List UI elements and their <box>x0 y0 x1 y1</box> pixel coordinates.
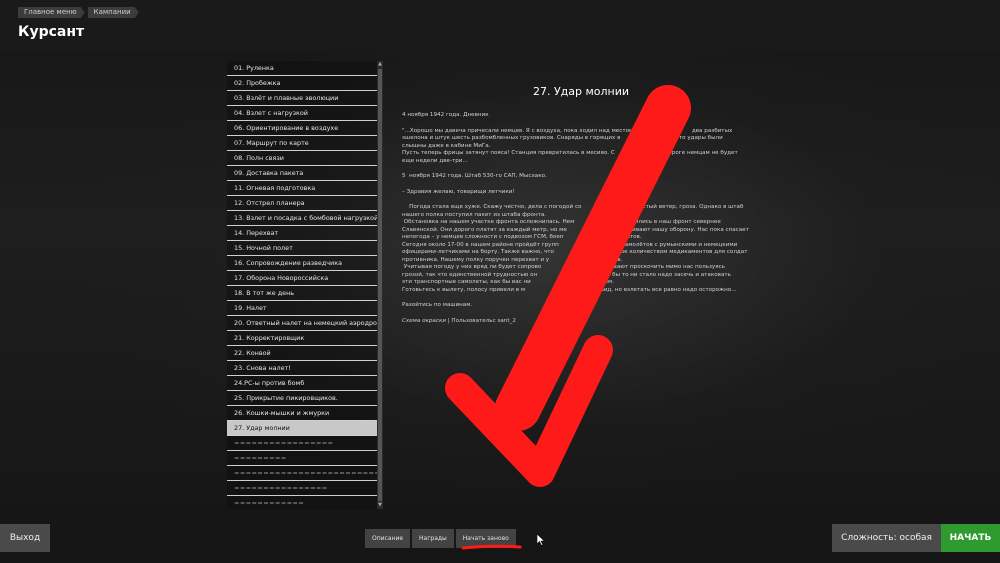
mission-briefing: 4 ноября 1942 года. Дневник "...Хорошо мы… <box>402 112 762 310</box>
skin-value[interactable]: | Пользовательс sant_2 <box>446 318 516 324</box>
start-button[interactable]: НАЧАТЬ <box>941 524 1000 552</box>
mission-list-item[interactable]: 15. Ночной полет <box>227 241 377 256</box>
tab-restart[interactable]: Начать заново <box>455 529 516 548</box>
scroll-thumb[interactable] <box>378 69 382 501</box>
mission-list-item[interactable]: 23. Снова налет! <box>227 361 377 376</box>
mission-list-item[interactable]: 25. Прикрытие пикировщиков. <box>227 391 377 406</box>
briefing-paragraph: 4 ноября 1942 года. Дневник <box>402 112 489 118</box>
briefing-paragraph: 5 ноября 1942 года. Штаб 530-го САП, Мыс… <box>402 173 547 179</box>
page-title: Курсант <box>18 24 85 40</box>
tab-awards[interactable]: Награды <box>412 529 454 548</box>
mission-list-item[interactable]: 17. Оборона Новороссийска <box>227 271 377 286</box>
mission-list-item[interactable]: 18. В тот же день <box>227 286 377 301</box>
breadcrumb: Главное меню Кампании <box>18 7 142 18</box>
mission-list-item[interactable]: 02. Пробежка <box>227 76 377 91</box>
mission-list-item[interactable]: 06. Ориентирование в воздухе <box>227 121 377 136</box>
briefing-paragraph: – Здравия желаю, товарищи летчики! <box>402 188 515 195</box>
exit-button[interactable]: Выход <box>0 524 50 552</box>
mission-list-item[interactable]: 09. Доставка пакета <box>227 166 377 181</box>
mission-list: 01. Руленка 02. Пробежка 03. Взлёт и плавн… <box>227 61 377 509</box>
mission-list-item[interactable]: 14. Перехват <box>227 226 377 241</box>
mission-list-item[interactable]: ================ <box>227 481 377 496</box>
difficulty-button[interactable]: Сложность: особая <box>832 524 941 552</box>
mission-list-item[interactable]: 24.РС-ы против бомб <box>227 376 377 391</box>
mission-title: 27. Удар молнии <box>532 85 630 98</box>
mission-tabs: Описание Награды Начать заново <box>365 529 518 548</box>
mission-list-item[interactable]: 03. Взлёт и плавные эволюции <box>227 91 377 106</box>
mission-list-item[interactable]: 19. Налет <box>227 301 377 316</box>
mission-list-item[interactable]: ================= <box>227 436 377 451</box>
briefing-paragraph: Погода стала еще хуже. Скажу честно, дел… <box>402 204 749 293</box>
mission-list-item[interactable]: 12. Отстрел планера <box>227 196 377 211</box>
mission-list-item[interactable]: 21. Корректировщик <box>227 331 377 346</box>
mission-list-item[interactable]: 08. Полн связи <box>227 151 377 166</box>
mission-list-item[interactable]: ============ <box>227 496 377 509</box>
skin-line: Схема окраски | Пользовательс sant_2 <box>402 318 762 324</box>
mission-list-item[interactable]: 20. Ответный налет на немецкий аэродром <box>227 316 377 331</box>
mission-list-item[interactable]: 26. Кошки-мышки и жмурки <box>227 406 377 421</box>
mission-list-item[interactable]: 04. Взлет с нагрузкой <box>227 106 377 121</box>
scroll-up-icon[interactable]: ▲ <box>377 61 383 68</box>
mission-list-item[interactable]: =========================== <box>227 466 377 481</box>
scroll-down-icon[interactable]: ▼ <box>377 502 383 509</box>
tab-description[interactable]: Описание <box>365 529 411 548</box>
mission-list-item[interactable]: 11. Огневая подготовка <box>227 181 377 196</box>
mission-list-item[interactable]: 27. Удар молнии <box>227 421 377 436</box>
mission-description: 27. Удар молнии 4 ноября 1942 года. Днев… <box>402 85 762 415</box>
mission-list-item[interactable]: ========= <box>227 451 377 466</box>
breadcrumb-campaigns[interactable]: Кампании <box>88 7 139 18</box>
cursor-icon <box>537 534 545 546</box>
breadcrumb-main-menu[interactable]: Главное меню <box>18 7 85 18</box>
briefing-paragraph: Разойтись по машинам. <box>402 302 473 308</box>
mission-list-item[interactable]: 16. Сопровождение разведчика <box>227 256 377 271</box>
mission-list-scrollbar[interactable]: ▲ ▼ <box>377 61 383 509</box>
mission-list-item[interactable]: 07. Маршрут по карте <box>227 136 377 151</box>
top-bar: Главное меню Кампании Курсант <box>0 0 1000 50</box>
skin-label: Схема окраски <box>402 317 446 324</box>
mission-list-item[interactable]: 01. Руленка <box>227 61 377 76</box>
mission-list-item[interactable]: 13. Взлет и посадка с бомбовой нагрузкой <box>227 211 377 226</box>
briefing-paragraph: "...Хорошо мы давеча причесали немцев. Я… <box>402 127 738 164</box>
mission-list-item[interactable]: 22. Конвой <box>227 346 377 361</box>
